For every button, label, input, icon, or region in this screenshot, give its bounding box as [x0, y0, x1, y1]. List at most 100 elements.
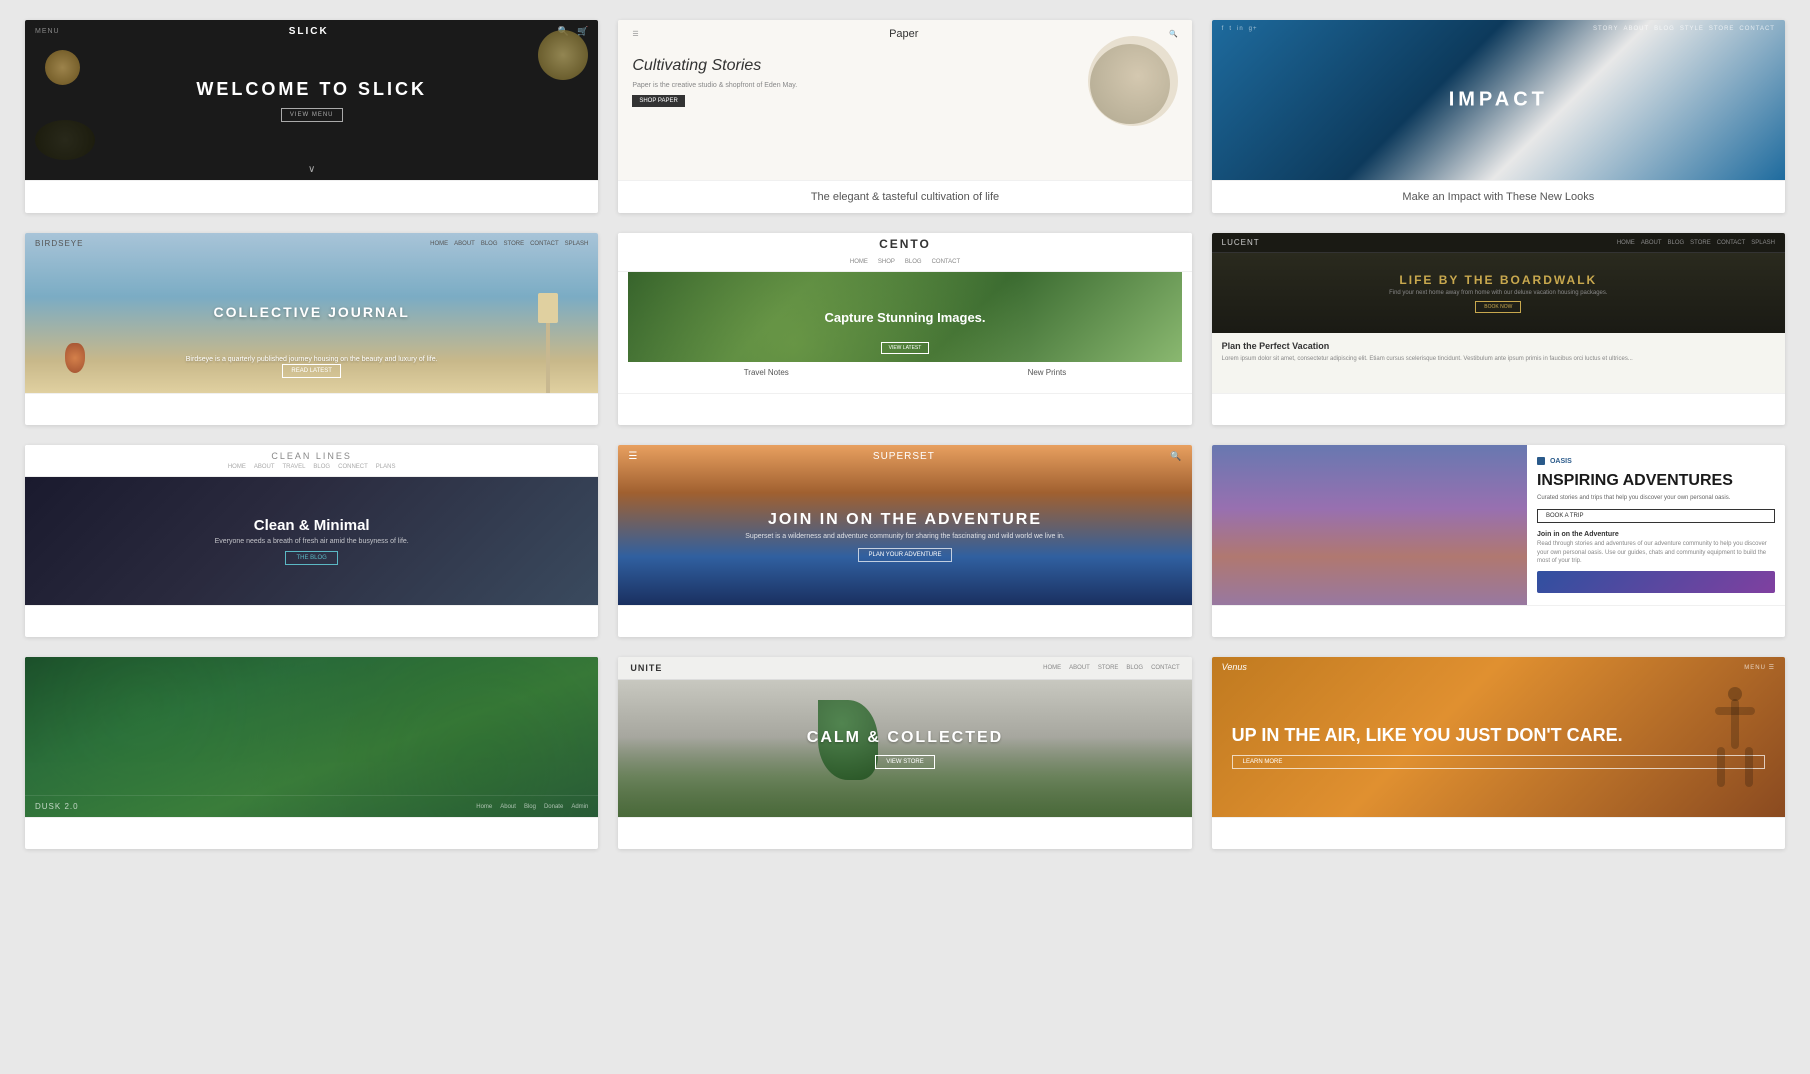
dusk-nav-admin: Admin [571, 804, 588, 810]
birdseye-nav-store: STORE [504, 241, 525, 247]
dusk-nav-home: Home [476, 804, 492, 810]
theme-preview-superset: ☰ SUPERSET 🔍 JOIN IN ON THE ADVENTURE Su… [618, 445, 1191, 605]
theme-card-oasis[interactable]: OASIS INSPIRING ADVENTURES Curated stori… [1212, 445, 1785, 637]
paper-nav-icon: ☰ [632, 30, 638, 38]
oasis-footer [1212, 605, 1785, 637]
cento-bottom-footer [618, 393, 1191, 425]
birdseye-nav-splash: SPLASH [565, 241, 589, 247]
lucent-hero: LIFE BY THE BOARDWALK Find your next hom… [1212, 253, 1785, 333]
birdseye-subtitle: Birdseye is a quarterly published journe… [82, 356, 541, 363]
birdseye-btn[interactable]: READ LATEST [282, 364, 341, 378]
lucent-nav-contact: CONTACT [1717, 240, 1746, 246]
unite-title: CALM & COLLECTED [807, 729, 1003, 747]
lucent-bottom-title: Plan the Perfect Vacation [1222, 341, 1775, 351]
slick-arrow-icon: ∨ [308, 164, 315, 175]
venus-title: UP IN THE AIR, LIKE YOU JUST DON'T CARE. [1232, 725, 1765, 747]
theme-preview-cleanlines: CLEAN LINES HOME ABOUT TRAVEL BLOG CONNE… [25, 445, 598, 605]
impact-social-4: g+ [1249, 26, 1258, 32]
dusk-logo: DUSK 2.0 [35, 802, 79, 811]
venus-footer [1212, 817, 1785, 849]
theme-card-paper[interactable]: ☰ Paper 🔍 Cultivating Stories Paper is t… [618, 20, 1191, 213]
venus-btn[interactable]: LEARN MORE [1232, 755, 1765, 769]
cento-brand: CENTO [618, 233, 1191, 253]
superset-logo: SUPERSET [873, 451, 935, 462]
theme-card-cleanlines[interactable]: CLEAN LINES HOME ABOUT TRAVEL BLOG CONNE… [25, 445, 598, 637]
impact-nav-about: ABOUT [1623, 26, 1649, 32]
theme-card-slick[interactable]: MENU SLICK 🔍 🛒 WELCOME TO SLICK VIEW MEN… [25, 20, 598, 213]
oasis-thumbnail [1537, 571, 1775, 593]
venus-hero: UP IN THE AIR, LIKE YOU JUST DON'T CARE.… [1212, 677, 1785, 817]
cleanlines-nav-blog: BLOG [313, 464, 330, 470]
unite-footer [618, 817, 1191, 849]
unite-btn[interactable]: VIEW STORE [875, 755, 935, 769]
theme-card-superset[interactable]: ☰ SUPERSET 🔍 JOIN IN ON THE ADVENTURE Su… [618, 445, 1191, 637]
slick-hero-text: WELCOME TO SLICK [196, 79, 427, 100]
cento-nav-blog: BLOG [905, 259, 922, 265]
paper-footer: The elegant & tasteful cultivation of li… [618, 180, 1191, 213]
lucent-btn[interactable]: BOOK NOW [1475, 301, 1521, 313]
cleanlines-btn[interactable]: THE BLOG [285, 551, 337, 565]
theme-card-unite[interactable]: UNITE HOME ABOUT STORE BLOG CONTACT CALM… [618, 657, 1191, 849]
impact-nav-style: STYLE [1680, 26, 1704, 32]
theme-preview-birdseye: BIRDSEYE HOME ABOUT BLOG STORE CONTACT S… [25, 233, 598, 393]
lucent-footer [1212, 393, 1785, 425]
slick-footer [25, 180, 598, 212]
superset-title: JOIN IN ON THE ADVENTURE [768, 511, 1042, 529]
venus-logo: Venus [1222, 662, 1247, 672]
unite-nav-contact: CONTACT [1151, 665, 1180, 671]
unite-logo: UNITE [630, 663, 662, 673]
theme-gallery: MENU SLICK 🔍 🛒 WELCOME TO SLICK VIEW MEN… [25, 20, 1785, 849]
theme-card-cento[interactable]: CENTO HOME SHOP BLOG CONTACT Capture Stu… [618, 233, 1191, 425]
dusk-nav-about: About [500, 804, 516, 810]
unite-nav-store: STORE [1098, 665, 1119, 671]
superset-btn[interactable]: PLAN YOUR ADVENTURE [858, 548, 953, 562]
lucent-logo: LUCENT [1222, 238, 1260, 247]
theme-preview-dusk: CONSERVE WATER, CHANGE LIVES Learn how c… [25, 657, 598, 817]
unite-hero: CALM & COLLECTED VIEW STORE [618, 680, 1191, 817]
theme-card-venus[interactable]: Venus MENU ☰ UP IN THE AIR, LIKE YOU JUS… [1212, 657, 1785, 849]
lucent-title: LIFE BY THE BOARDWALK [1399, 273, 1597, 287]
cleanlines-nav-plans: PLANS [376, 464, 396, 470]
oasis-content: OASIS INSPIRING ADVENTURES Curated stori… [1527, 445, 1785, 605]
paper-shop-btn[interactable]: SHOP PAPER [632, 95, 684, 107]
impact-social-1: f [1222, 26, 1225, 32]
unite-nav-about: ABOUT [1069, 665, 1090, 671]
lucent-nav-store: STORE [1690, 240, 1711, 246]
cleanlines-brand: CLEAN LINES [35, 451, 588, 461]
theme-preview-impact: f t in g+ STORY ABOUT BLOG STYLE STORE C… [1212, 20, 1785, 180]
theme-preview-paper: ☰ Paper 🔍 Cultivating Stories Paper is t… [618, 20, 1191, 180]
theme-preview-slick: MENU SLICK 🔍 🛒 WELCOME TO SLICK VIEW MEN… [25, 20, 598, 180]
dusk-footer [25, 817, 598, 849]
dusk-nav-donate: Donate [544, 804, 563, 810]
theme-card-dusk[interactable]: CONSERVE WATER, CHANGE LIVES Learn how c… [25, 657, 598, 849]
slick-brand: SLICK [289, 26, 329, 37]
superset-search-icon: 🔍 [1170, 451, 1181, 462]
theme-card-lucent[interactable]: LUCENT HOME ABOUT BLOG STORE CONTACT SPL… [1212, 233, 1785, 425]
theme-card-birdseye[interactable]: BIRDSEYE HOME ABOUT BLOG STORE CONTACT S… [25, 233, 598, 425]
impact-footer: Make an Impact with These New Looks [1212, 180, 1785, 213]
oasis-btn[interactable]: BOOK A TRIP [1537, 509, 1775, 523]
impact-nav-blog: BLOG [1654, 26, 1675, 32]
oasis-logo-text: OASIS [1550, 458, 1572, 465]
cleanlines-nav-travel: TRAVEL [283, 464, 306, 470]
superset-subtitle: Superset is a wilderness and adventure c… [690, 533, 1120, 540]
cento-footer-travel: Travel Notes [744, 368, 789, 377]
cento-hero-btn[interactable]: VIEW LATEST [881, 342, 930, 354]
lucent-nav-splash: SPLASH [1751, 240, 1775, 246]
slick-hero-btn[interactable]: VIEW MENU [281, 108, 343, 122]
cleanlines-subtitle: Everyone needs a breath of fresh air ami… [111, 538, 512, 545]
lucent-bottom: Plan the Perfect Vacation Lorem ipsum do… [1212, 333, 1785, 393]
impact-social-2: t [1229, 26, 1232, 32]
theme-preview-oasis: OASIS INSPIRING ADVENTURES Curated stori… [1212, 445, 1785, 605]
oasis-section-title: Join in on the Adventure [1537, 531, 1775, 538]
cento-footer-links: Travel Notes New Prints [618, 362, 1191, 383]
cento-hero-image: Capture Stunning Images. VIEW LATEST [628, 272, 1181, 362]
oasis-section-text: Read through stories and adventures of o… [1537, 540, 1775, 565]
theme-preview-venus: Venus MENU ☰ UP IN THE AIR, LIKE YOU JUS… [1212, 657, 1785, 817]
theme-preview-unite: UNITE HOME ABOUT STORE BLOG CONTACT CALM… [618, 657, 1191, 817]
superset-footer [618, 605, 1191, 637]
paper-brand: Paper [889, 28, 918, 40]
paper-search-icon: 🔍 [1169, 30, 1178, 38]
theme-card-impact[interactable]: f t in g+ STORY ABOUT BLOG STYLE STORE C… [1212, 20, 1785, 213]
birdseye-nav-blog: BLOG [481, 241, 498, 247]
